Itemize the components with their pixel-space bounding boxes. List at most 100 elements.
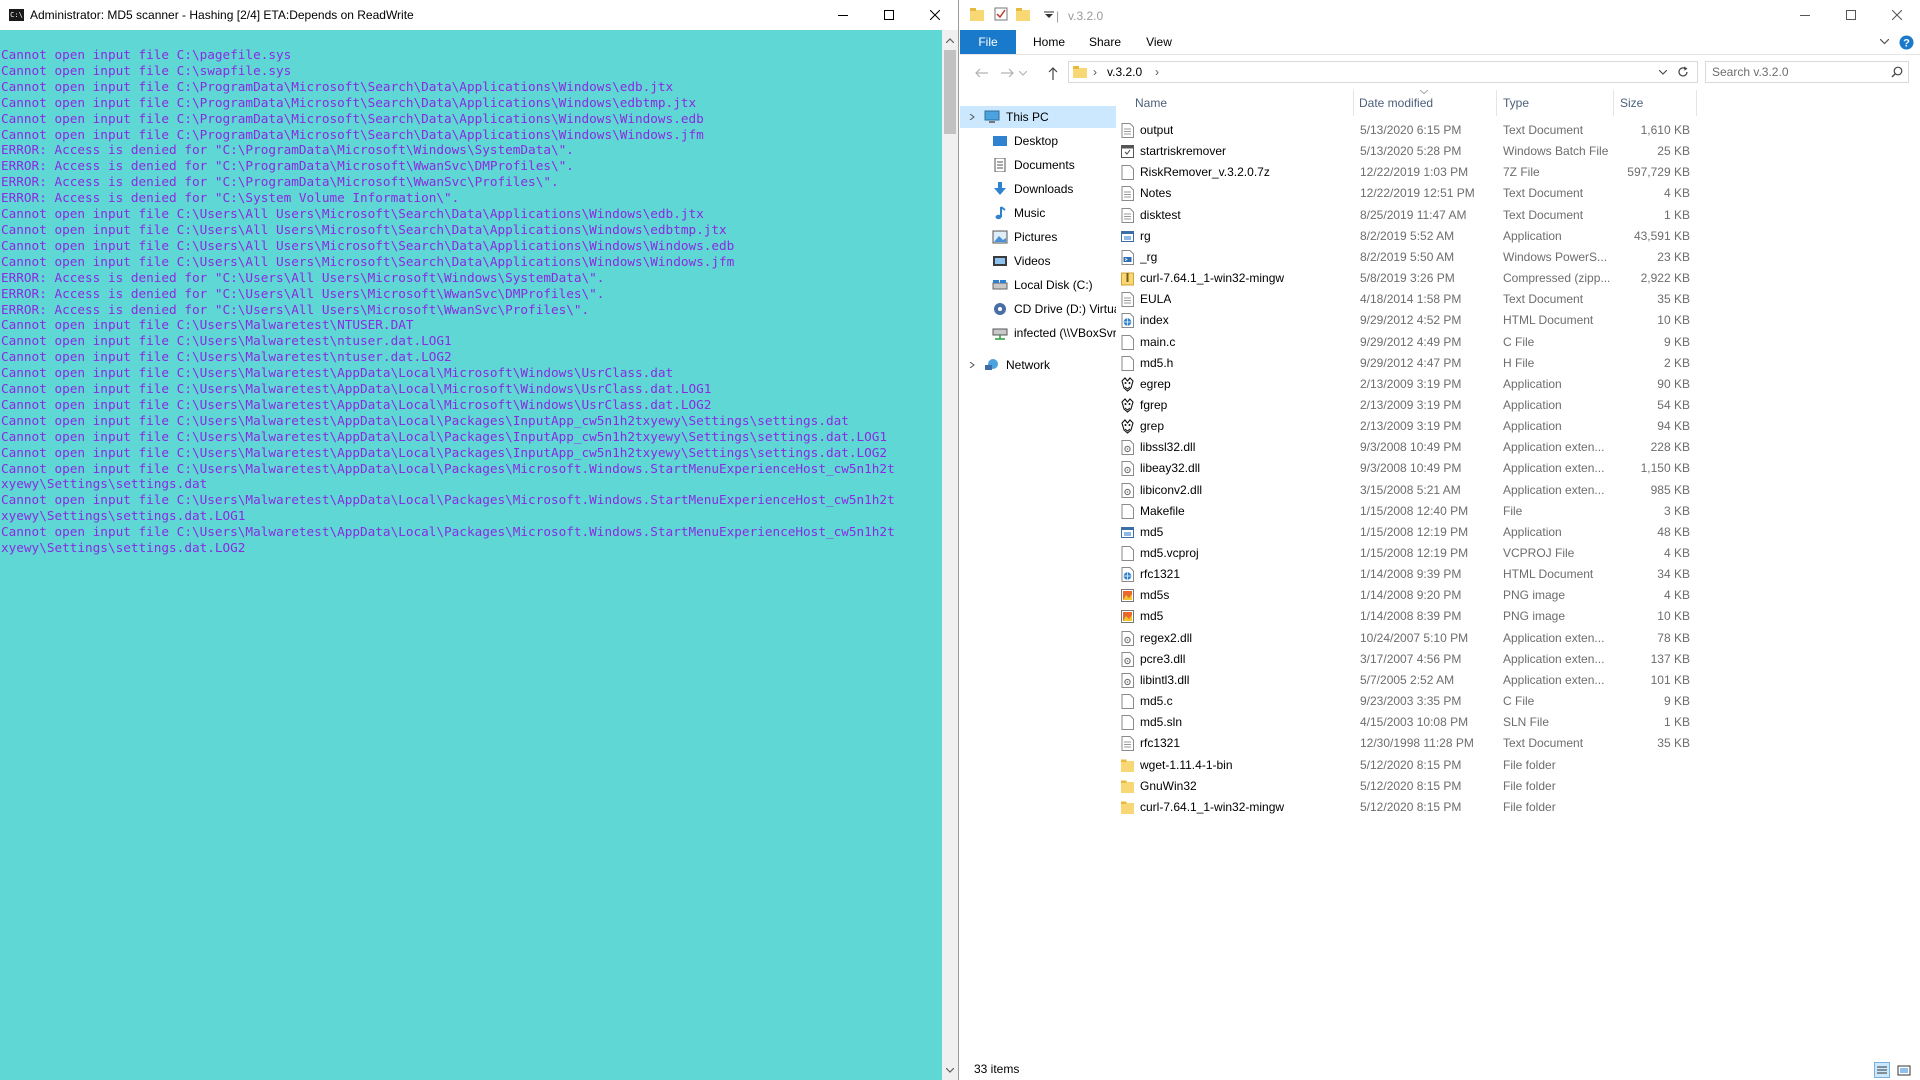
new-folder-icon[interactable] [1016, 8, 1030, 21]
file-name-cell[interactable]: startriskremover [1121, 141, 1361, 162]
file-name-cell[interactable]: md5s [1121, 585, 1361, 606]
file-row[interactable]: wget-1.11.4-1-bin 5/12/2020 8:15 PM File f… [1117, 755, 1757, 776]
file-row[interactable]: grep 2/13/2009 3:19 PM Application 94 KB [1117, 416, 1757, 437]
file-name-cell[interactable]: md5.sln [1121, 712, 1361, 733]
file-name-cell[interactable]: regex2.dll [1121, 628, 1361, 649]
file-name-cell[interactable]: fgrep [1121, 395, 1361, 416]
nav-item-videos[interactable]: Videos [992, 250, 1116, 272]
file-row[interactable]: rfc1321 12/30/1998 11:28 PM Text Document 3… [1117, 733, 1757, 754]
file-row[interactable]: main.c 9/29/2012 4:49 PM C File 9 KB [1117, 332, 1757, 353]
nav-item-downloads[interactable]: Downloads [992, 178, 1116, 200]
file-name-cell[interactable]: libintl3.dll [1121, 670, 1361, 691]
file-row[interactable]: md5.sln 4/15/2003 10:08 PM SLN File 1 KB [1117, 712, 1757, 733]
file-name-cell[interactable]: md5.h [1121, 353, 1361, 374]
file-row[interactable]: egrep 2/13/2009 3:19 PM Application 90 KB [1117, 374, 1757, 395]
file-row[interactable]: startriskremover 5/13/2020 5:28 PM Windows… [1117, 141, 1757, 162]
properties-icon[interactable] [994, 7, 1008, 21]
chevron-down-icon[interactable] [1659, 70, 1667, 75]
file-row[interactable]: md5s 1/14/2008 9:20 PM PNG image 4 KB [1117, 585, 1757, 606]
file-row[interactable]: fgrep 2/13/2009 3:19 PM Application 54 KB [1117, 395, 1757, 416]
expand-ribbon-icon[interactable] [1880, 39, 1889, 45]
column-divider[interactable] [1613, 90, 1614, 116]
large-icons-view-icon[interactable] [1896, 1062, 1912, 1078]
details-view-icon[interactable] [1874, 1062, 1890, 1078]
file-name-cell[interactable]: index [1121, 310, 1361, 331]
nav-item-this-pc[interactable]: This PC [960, 106, 1116, 128]
file-name-cell[interactable]: Makefile [1121, 501, 1361, 522]
address-bar[interactable]: › v.3.2.0 › [1068, 61, 1698, 83]
minimize-button[interactable] [1782, 0, 1828, 30]
nav-item-local-disk[interactable]: Local Disk (C:) [992, 274, 1116, 296]
up-button[interactable] [1043, 63, 1063, 83]
column-divider[interactable] [1696, 90, 1697, 116]
file-name-cell[interactable]: grep [1121, 416, 1361, 437]
refresh-icon[interactable] [1677, 66, 1689, 78]
column-divider[interactable] [1496, 90, 1497, 116]
file-row[interactable]: libintl3.dll 5/7/2005 2:52 AM Application … [1117, 670, 1757, 691]
file-name-cell[interactable]: libssl32.dll [1121, 437, 1361, 458]
column-header-size[interactable]: Size [1620, 90, 1643, 116]
search-icon[interactable] [1891, 66, 1903, 78]
file-row[interactable]: libeay32.dll 9/3/2008 10:49 PM Application… [1117, 458, 1757, 479]
file-name-cell[interactable]: md5.vcproj [1121, 543, 1361, 564]
file-row[interactable]: _rg 8/2/2019 5:50 AM Windows PowerS... 23 K… [1117, 247, 1757, 268]
tab-home[interactable]: Home [1024, 30, 1074, 54]
file-name-cell[interactable]: md5.c [1121, 691, 1361, 712]
file-name-cell[interactable]: curl-7.64.1_1-win32-mingw [1121, 797, 1361, 818]
nav-item-music[interactable]: Music [992, 202, 1116, 224]
file-name-cell[interactable]: pcre3.dll [1121, 649, 1361, 670]
scroll-down-arrow[interactable] [942, 1062, 958, 1078]
address-separator[interactable]: › [1155, 65, 1159, 79]
close-button[interactable] [1874, 0, 1920, 30]
file-row[interactable]: curl-7.64.1_1-win32-mingw 5/8/2019 3:26 P… [1117, 268, 1757, 289]
chevron-right-icon[interactable] [969, 362, 975, 368]
file-name-cell[interactable]: md5 [1121, 606, 1361, 627]
column-header-type[interactable]: Type [1503, 90, 1529, 116]
file-name-cell[interactable]: rfc1321 [1121, 733, 1361, 754]
file-name-cell[interactable]: md5 [1121, 522, 1361, 543]
console-title-bar[interactable]: C:\ Administrator: MD5 scanner - Hashing… [0, 0, 958, 30]
file-row[interactable]: rfc1321 1/14/2008 9:39 PM HTML Document 34 … [1117, 564, 1757, 585]
file-name-cell[interactable]: egrep [1121, 374, 1361, 395]
console-output-area[interactable]: Cannot open input file C:\pagefile.sys C… [0, 30, 942, 1080]
chevron-right-icon[interactable] [969, 114, 975, 120]
file-row[interactable]: libssl32.dll 9/3/2008 10:49 PM Application… [1117, 437, 1757, 458]
back-button[interactable] [971, 63, 991, 83]
file-row[interactable]: GnuWin32 5/12/2020 8:15 PM File folder [1117, 776, 1757, 797]
file-name-cell[interactable]: Notes [1121, 183, 1361, 204]
recent-locations-button[interactable] [1017, 63, 1029, 83]
column-divider[interactable] [1353, 90, 1354, 116]
maximize-button[interactable] [866, 0, 912, 30]
tab-file[interactable]: File [960, 30, 1016, 54]
file-name-cell[interactable]: rg [1121, 226, 1361, 247]
column-header-date[interactable]: Date modified [1359, 90, 1433, 116]
customize-toolbar-icon[interactable] [1044, 11, 1054, 19]
file-row[interactable]: md5.vcproj 1/15/2008 12:19 PM VCPROJ File 4… [1117, 543, 1757, 564]
file-row[interactable]: rg 8/2/2019 5:52 AM Application 43,591 KB [1117, 226, 1757, 247]
nav-item-desktop[interactable]: Desktop [992, 130, 1116, 152]
tab-view[interactable]: View [1136, 30, 1182, 54]
nav-item-network[interactable]: Network [960, 354, 1116, 376]
nav-item-documents[interactable]: Documents [992, 154, 1116, 176]
minimize-button[interactable] [820, 0, 866, 30]
file-row[interactable]: output 5/13/2020 6:15 PM Text Document 1,61… [1117, 120, 1757, 141]
address-path[interactable]: v.3.2.0 [1107, 65, 1142, 79]
file-row[interactable]: curl-7.64.1_1-win32-mingw 5/12/2020 8:15 … [1117, 797, 1757, 818]
file-name-cell[interactable]: GnuWin32 [1121, 776, 1361, 797]
console-scrollbar[interactable] [942, 30, 958, 1080]
file-row[interactable]: md5 1/15/2008 12:19 PM Application 48 KB [1117, 522, 1757, 543]
file-row[interactable]: disktest 8/25/2019 11:47 AM Text Document 1… [1117, 205, 1757, 226]
scroll-up-arrow[interactable] [942, 32, 958, 48]
file-name-cell[interactable]: libeay32.dll [1121, 458, 1361, 479]
file-name-cell[interactable]: curl-7.64.1_1-win32-mingw [1121, 268, 1361, 289]
file-name-cell[interactable]: libiconv2.dll [1121, 480, 1361, 501]
file-name-cell[interactable]: rfc1321 [1121, 564, 1361, 585]
file-row[interactable]: regex2.dll 10/24/2007 5:10 PM Application … [1117, 628, 1757, 649]
forward-button[interactable] [997, 63, 1017, 83]
file-name-cell[interactable]: wget-1.11.4-1-bin [1121, 755, 1361, 776]
file-row[interactable]: index 9/29/2012 4:52 PM HTML Document 10 KB [1117, 310, 1757, 331]
close-button[interactable] [912, 0, 958, 30]
file-name-cell[interactable]: output [1121, 120, 1361, 141]
file-row[interactable]: md5.h 9/29/2012 4:47 PM H File 2 KB [1117, 353, 1757, 374]
file-row[interactable]: Notes 12/22/2019 12:51 PM Text Document 4 K… [1117, 183, 1757, 204]
